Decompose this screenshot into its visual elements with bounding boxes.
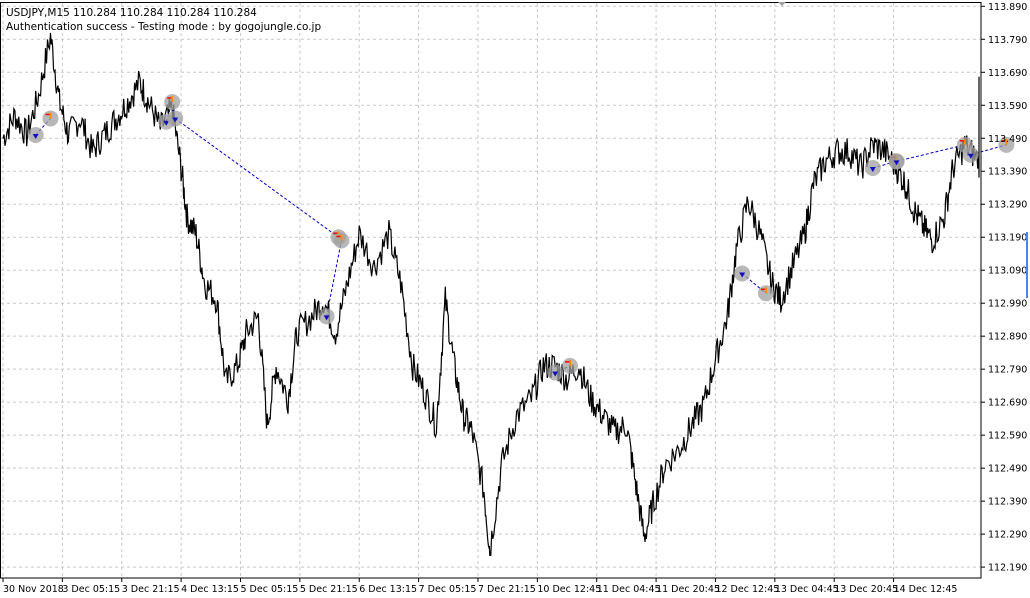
- price-tick-label: 113.590: [988, 101, 1027, 112]
- price-tick-label: 112.190: [988, 563, 1027, 574]
- time-tick-label: 6 Dec 13:15: [359, 584, 417, 595]
- price-tick-label: 112.390: [988, 497, 1027, 508]
- time-tick-label: 5 Dec 05:15: [240, 584, 298, 595]
- time-tick-label: 14 Dec 12:45: [894, 584, 958, 595]
- price-tick-label: 113.490: [988, 134, 1027, 145]
- time-tick-label: 12 Dec 12:45: [715, 584, 779, 595]
- price-tick-label: 113.090: [988, 266, 1027, 277]
- price-tick-label: 112.290: [988, 530, 1027, 541]
- price-tick-label: 113.790: [988, 35, 1027, 46]
- trade-exit-mark: [963, 138, 966, 145]
- trade-exit-mark: [49, 112, 52, 119]
- price-tick-label: 113.290: [988, 200, 1027, 211]
- time-tick-label: 4 Dec 13:15: [181, 584, 239, 595]
- trade-exit-mark: [568, 359, 571, 366]
- time-tick-label: 11 Dec 04:45: [597, 584, 661, 595]
- price-tick-label: 112.590: [988, 431, 1027, 442]
- price-tick-label: 112.490: [988, 464, 1027, 475]
- time-tick-label: 7 Dec 21:15: [478, 584, 536, 595]
- price-tick-label: 112.890: [988, 332, 1027, 343]
- time-tick-label: 7 Dec 05:15: [419, 584, 477, 595]
- price-chart[interactable]: 113.890 113.790 113.690 113.590 113.490 113.3…: [0, 0, 1030, 598]
- price-tick-label: 112.790: [988, 365, 1027, 376]
- time-tick-label: 3 Dec 05:15: [62, 584, 120, 595]
- price-tick-label: 112.690: [988, 398, 1027, 409]
- price-tick-label: 112.990: [988, 299, 1027, 310]
- trade-exit-mark: [171, 95, 174, 102]
- time-tick-label: 5 Dec 21:15: [300, 584, 358, 595]
- time-tick-label: 3 Dec 21:15: [122, 584, 180, 595]
- ea-status-line: Authentication success - Testing mode : …: [6, 21, 322, 33]
- price-tick-label: 113.690: [988, 68, 1027, 79]
- time-tick-label: 30 Nov 2018: [3, 584, 64, 595]
- symbol-info-line: USDJPY,M15 110.284 110.284 110.284 110.2…: [6, 7, 257, 19]
- trade-exit-mark: [764, 287, 767, 294]
- price-tick-label: 113.890: [988, 2, 1027, 13]
- scroll-position-marker[interactable]: [1026, 232, 1028, 298]
- time-tick-label: 11 Dec 20:45: [656, 584, 720, 595]
- price-tick-label: 113.190: [988, 233, 1027, 244]
- time-tick-label: 13 Dec 20:45: [834, 584, 898, 595]
- time-tick-label: 10 Dec 12:45: [537, 584, 601, 595]
- trade-exit-mark: [340, 234, 343, 241]
- time-tick-label: 13 Dec 04:45: [775, 584, 839, 595]
- price-tick-label: 113.390: [988, 167, 1027, 178]
